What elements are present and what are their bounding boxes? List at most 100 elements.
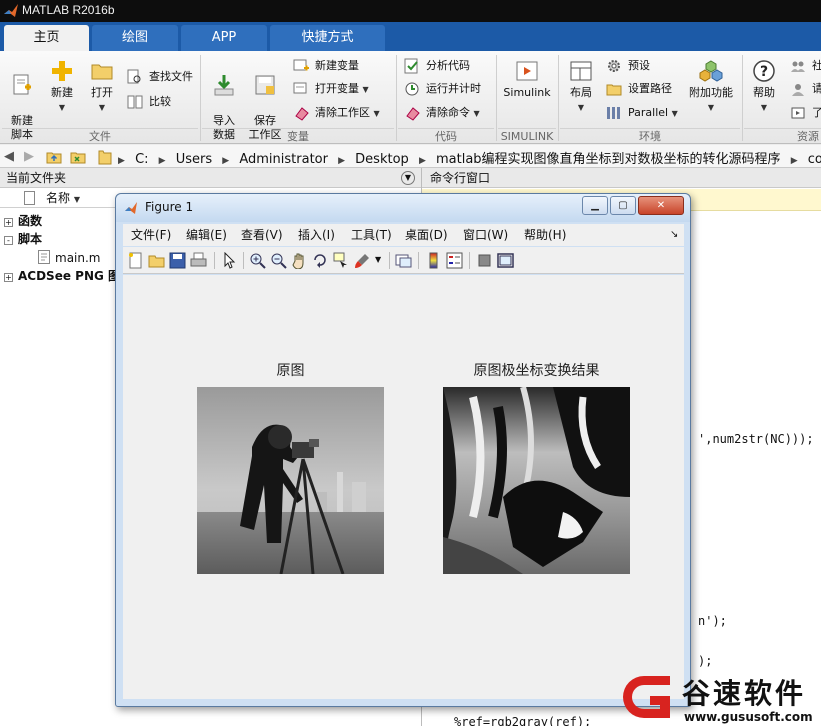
gususoft-logo-icon: [623, 676, 670, 718]
addons-button[interactable]: 附加功能 ▼: [688, 59, 734, 115]
community-button[interactable]: 社: [790, 57, 821, 75]
data-cursor-icon[interactable]: [333, 252, 350, 269]
clear-workspace-button[interactable]: 清除工作区 ▼: [293, 104, 380, 122]
menu-desktop[interactable]: 桌面(D): [405, 224, 448, 246]
tree-item-acdsee-png[interactable]: + ACDSee PNG 图: [4, 267, 120, 285]
watermark-url: www.gususoft.com: [684, 710, 813, 724]
breadcrumb-desktop[interactable]: Desktop: [355, 152, 409, 167]
tab-apps[interactable]: APP: [181, 25, 267, 51]
new-button[interactable]: 新建 ▼: [46, 59, 78, 115]
minimize-button[interactable]: ▁: [582, 196, 608, 215]
tree-item-main-m[interactable]: main.m: [38, 249, 101, 267]
figure-canvas[interactable]: 原图 原图极坐标变换结果: [123, 275, 684, 699]
tree-item-scripts[interactable]: - 脚本: [4, 230, 42, 248]
figure-window[interactable]: Figure 1 ▁ ▢ ✕ 文件(F) 编辑(E) 查看(V) 插入(I) 工…: [115, 193, 691, 707]
simulink-icon: [516, 61, 538, 81]
expand-icon[interactable]: +: [4, 218, 13, 227]
rotate-3d-icon[interactable]: [312, 252, 329, 269]
new-variable-icon: [293, 59, 309, 71]
name-column-label: 名称: [46, 191, 71, 205]
breadcrumb-drive[interactable]: C:: [135, 152, 148, 167]
compare-label: 比较: [149, 95, 171, 108]
pan-hand-icon[interactable]: [291, 252, 308, 269]
menu-tools[interactable]: 工具(T): [351, 224, 392, 246]
menu-edit[interactable]: 编辑(E): [186, 224, 227, 246]
print-icon[interactable]: [190, 252, 207, 269]
brush-dropdown-icon[interactable]: ▼: [375, 255, 381, 264]
learn-matlab-button[interactable]: 了: [790, 104, 821, 122]
dock-arrow-icon[interactable]: ↘: [670, 224, 678, 246]
panel-menu-icon[interactable]: ▼: [401, 171, 415, 185]
ribbon-tab-strip: 主页 绘图 APP 快捷方式: [0, 22, 821, 51]
up-folder-icon[interactable]: [46, 149, 62, 165]
ribbon-separator: [496, 55, 497, 141]
simulink-label: Simulink: [503, 86, 551, 99]
breadcrumb-project-folder[interactable]: matlab编程实现图像直角坐标到对数极坐标的转化源码程序: [436, 152, 781, 167]
maximize-button[interactable]: ▢: [610, 196, 636, 215]
run-and-time-button[interactable]: 运行并计时: [404, 80, 481, 98]
set-path-button[interactable]: 设置路径: [606, 80, 672, 98]
back-arrow-icon[interactable]: ◀: [4, 149, 14, 164]
simulink-button[interactable]: Simulink: [503, 59, 551, 100]
open-variable-button[interactable]: 打开变量 ▼: [293, 80, 369, 98]
new-variable-button[interactable]: 新建变量: [293, 57, 359, 75]
toolbar-separator: [243, 252, 244, 269]
compare-button[interactable]: 比较: [127, 93, 171, 111]
help-button[interactable]: ? 帮助 ▼: [749, 59, 779, 115]
watermark: 谷速软件 www.gususoft.com: [622, 662, 821, 726]
layout-button[interactable]: 布局 ▼: [564, 59, 598, 115]
colorbar-icon[interactable]: [425, 252, 442, 269]
breadcrumb-administrator[interactable]: Administrator: [239, 152, 328, 167]
tree-item-functions[interactable]: + 函数: [4, 212, 42, 230]
original-image[interactable]: [197, 387, 384, 574]
hide-plot-tools-icon[interactable]: [476, 252, 493, 269]
request-support-button[interactable]: 请: [790, 80, 821, 98]
menu-view[interactable]: 查看(V): [241, 224, 283, 246]
log-polar-result-image[interactable]: [443, 387, 630, 574]
new-figure-icon[interactable]: [127, 252, 144, 269]
clear-commands-button[interactable]: 清除命令 ▼: [404, 104, 480, 122]
menu-insert[interactable]: 插入(I): [298, 224, 335, 246]
expand-icon[interactable]: +: [4, 273, 13, 282]
breadcrumb-users[interactable]: Users: [176, 152, 212, 167]
brush-icon[interactable]: [354, 252, 371, 269]
breadcrumb-code[interactable]: code: [808, 152, 821, 167]
find-files-button[interactable]: 查找文件: [127, 68, 193, 86]
zoom-out-icon[interactable]: [270, 252, 287, 269]
open-button[interactable]: 打开 ▼: [86, 59, 118, 115]
analyze-code-button[interactable]: 分析代码: [404, 57, 470, 75]
link-plot-icon[interactable]: [395, 252, 412, 269]
save-workspace-icon: [255, 75, 275, 95]
menu-file[interactable]: 文件(F): [131, 224, 171, 246]
plus-icon: [52, 61, 72, 81]
community-label: 社: [812, 59, 821, 72]
forward-arrow-icon[interactable]: ▶: [24, 149, 34, 164]
collapse-icon[interactable]: -: [4, 236, 13, 245]
file-icon: [24, 191, 35, 205]
show-plot-tools-icon[interactable]: [497, 252, 514, 269]
menu-window[interactable]: 窗口(W): [463, 224, 508, 246]
breadcrumb-separator: ▶: [418, 156, 426, 166]
find-files-label: 查找文件: [149, 70, 193, 83]
browse-folder-icon[interactable]: [70, 149, 86, 165]
tab-plots[interactable]: 绘图: [92, 25, 178, 51]
simulink-group-label: SIMULINK: [498, 128, 556, 143]
legend-icon[interactable]: [446, 252, 463, 269]
parallel-button[interactable]: Parallel ▼: [606, 104, 678, 122]
community-icon: [791, 61, 805, 72]
tab-shortcuts[interactable]: 快捷方式: [270, 25, 385, 51]
toolbar-separator: [389, 252, 390, 269]
save-icon[interactable]: [169, 252, 186, 269]
figure-menu-bar: 文件(F) 编辑(E) 查看(V) 插入(I) 工具(T) 桌面(D) 窗口(W…: [123, 224, 684, 246]
tab-home[interactable]: 主页: [4, 25, 89, 51]
figure-title-bar[interactable]: Figure 1 ▁ ▢ ✕: [116, 194, 690, 222]
app-title: MATLAB R2016b: [22, 3, 115, 17]
menu-help[interactable]: 帮助(H): [524, 224, 566, 246]
close-button[interactable]: ✕: [638, 196, 684, 215]
edit-plot-arrow-icon[interactable]: [221, 252, 238, 269]
import-data-icon: [214, 75, 234, 96]
zoom-in-icon[interactable]: [249, 252, 266, 269]
preferences-button[interactable]: 预设: [606, 57, 650, 75]
toolbar-separator: [214, 252, 215, 269]
open-file-icon[interactable]: [148, 252, 165, 269]
